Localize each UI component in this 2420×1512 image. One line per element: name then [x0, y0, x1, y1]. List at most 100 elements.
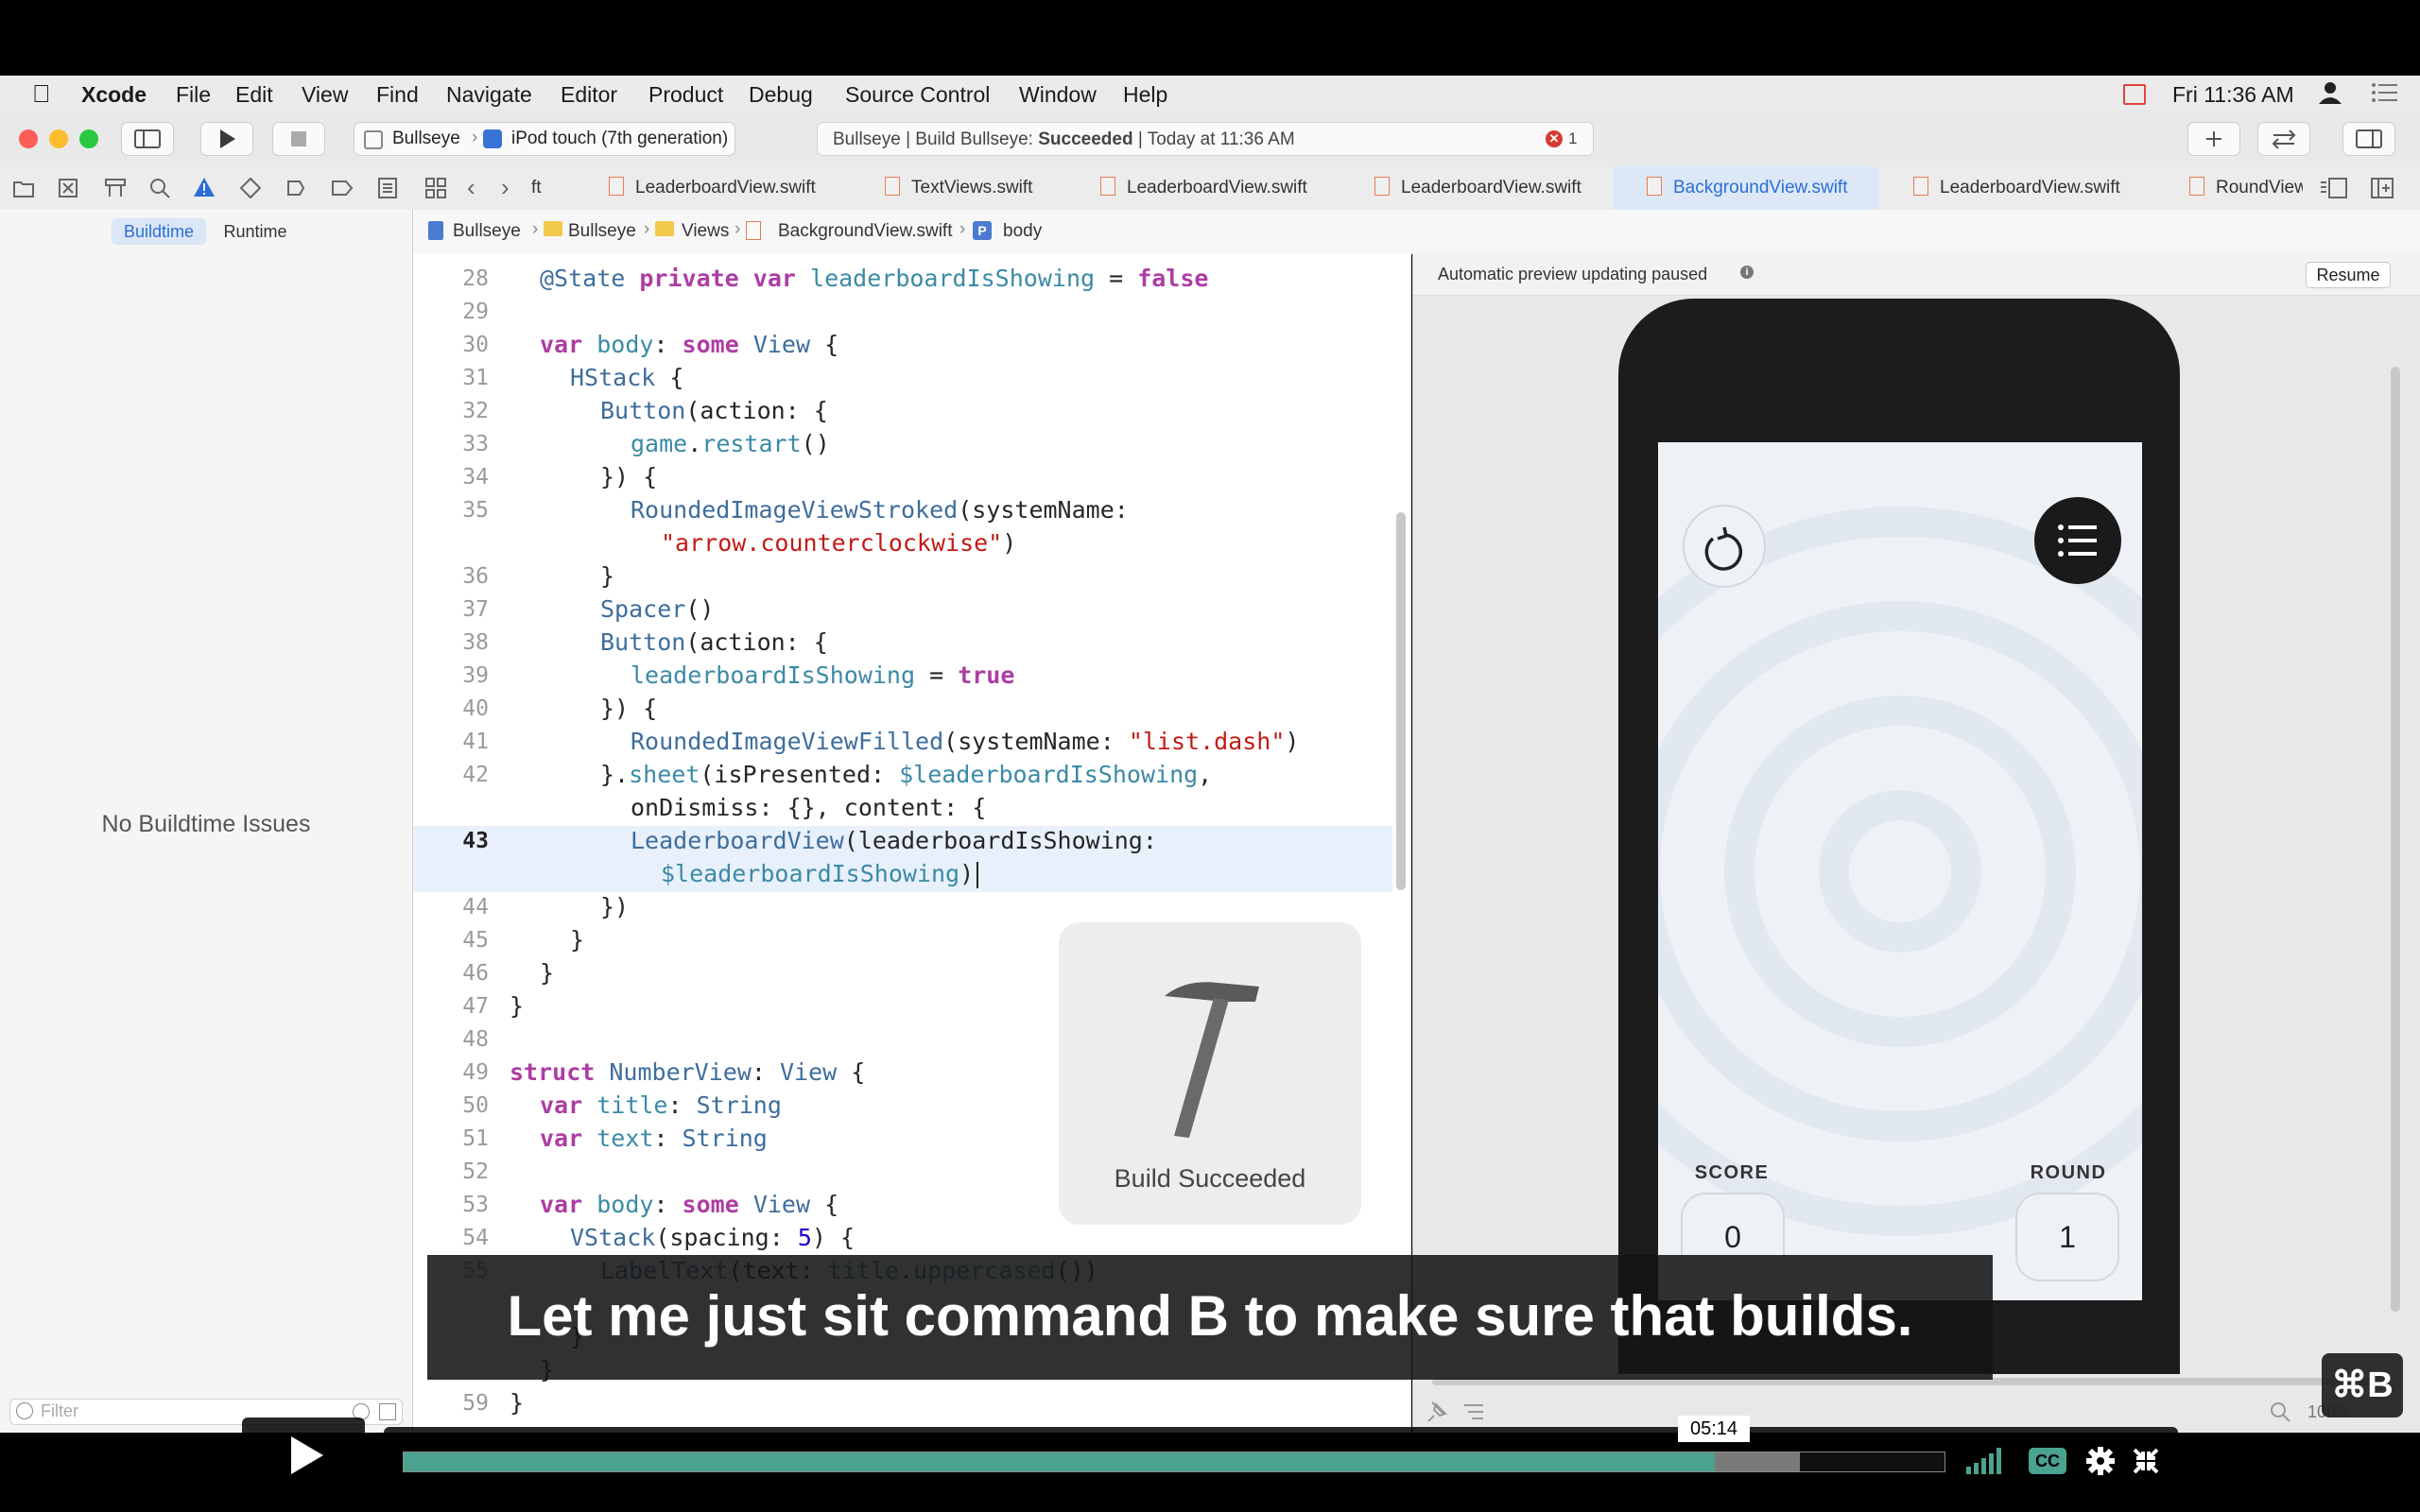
tab-text-views[interactable]: TextViews.swift: [885, 166, 1102, 210]
tab-runtime[interactable]: Runtime: [214, 218, 297, 245]
volume-icon[interactable]: [1966, 1448, 2004, 1474]
build-succeeded-text: Build Succeeded: [1114, 1164, 1306, 1193]
progress-track[interactable]: [403, 1452, 1945, 1472]
warning-icon[interactable]: [193, 177, 216, 198]
run-button[interactable]: [200, 122, 253, 156]
warning-filter-icon[interactable]: [379, 1403, 396, 1420]
menu-help[interactable]: Help: [1123, 82, 1167, 108]
user-icon[interactable]: [2316, 79, 2344, 106]
tab-leaderboard-view-1[interactable]: LeaderboardView.swift: [609, 166, 855, 210]
grid-icon[interactable]: [425, 178, 446, 198]
tab-label: ft: [531, 178, 542, 198]
line-number: 43: [462, 829, 489, 853]
folder-icon: [655, 221, 674, 236]
breadcrumb-group[interactable]: Bullseye: [568, 221, 636, 242]
back-icon[interactable]: ‹: [467, 173, 475, 202]
inspector-toggle-button[interactable]: [2342, 122, 2395, 156]
hierarchy-icon[interactable]: [104, 178, 127, 198]
tab-leaderboard-view-4[interactable]: LeaderboardView.swift: [1913, 166, 2159, 210]
arrow-counterclockwise-icon: [1704, 526, 1743, 571]
breakpoint-icon[interactable]: [331, 178, 354, 198]
status-result: Succeeded: [1038, 129, 1133, 149]
zoom-window-button[interactable]: [79, 129, 98, 148]
captions-button[interactable]: CC: [2029, 1448, 2066, 1474]
tab-round-view[interactable]: RoundView: [2189, 166, 2303, 210]
zoom-icon[interactable]: [2270, 1401, 2290, 1422]
forward-icon[interactable]: ›: [501, 173, 510, 202]
settings-gear-icon[interactable]: [2085, 1446, 2116, 1476]
menu-source-control[interactable]: Source Control: [845, 82, 990, 108]
code-line: "arrow.counterclockwise"): [661, 529, 1017, 557]
sidebar-right-icon: [2356, 129, 2382, 148]
tab-label: TextViews.swift: [911, 178, 1033, 198]
menu-app[interactable]: Xcode: [81, 82, 147, 108]
property-icon: P: [973, 221, 992, 240]
editor-scrollbar[interactable]: [1396, 512, 1406, 890]
minimize-window-button[interactable]: [49, 129, 68, 148]
tab-leaderboard-view-3[interactable]: LeaderboardView.swift: [1374, 166, 1620, 210]
tab-partial[interactable]: ft: [531, 166, 569, 210]
scheme-selector[interactable]: Bullseye › iPod touch (7th generation): [354, 122, 735, 156]
debug-icon[interactable]: [285, 178, 306, 198]
error-icon[interactable]: ✕: [1546, 130, 1563, 147]
stop-button[interactable]: [272, 122, 325, 156]
list-settings-icon[interactable]: [1462, 1400, 1485, 1423]
apple-icon[interactable]: : [32, 79, 51, 109]
code-line: var body: some View {: [540, 1191, 839, 1218]
swift-file-icon: [1913, 177, 1928, 196]
line-number: 59: [462, 1391, 489, 1416]
code-line: }) {: [600, 463, 658, 490]
line-number: 36: [462, 564, 489, 589]
code-line: leaderboardIsShowing = true: [631, 662, 1015, 689]
library-button[interactable]: [2187, 122, 2240, 156]
split-editor-icon[interactable]: [2371, 178, 2394, 198]
menu-view[interactable]: View: [302, 82, 348, 108]
menu-debug[interactable]: Debug: [749, 82, 813, 108]
test-icon[interactable]: [240, 178, 261, 198]
info-icon[interactable]: i: [1740, 266, 1754, 279]
pin-icon[interactable]: [1426, 1400, 1449, 1423]
report-icon[interactable]: [378, 178, 397, 198]
project-icon: [428, 221, 443, 240]
search-icon[interactable]: [149, 178, 170, 198]
line-number: 54: [462, 1226, 489, 1250]
played-bar: [404, 1452, 1715, 1471]
source-control-icon[interactable]: [59, 179, 78, 198]
code-line: var title: String: [540, 1091, 782, 1119]
adjust-editor-icon[interactable]: [2320, 178, 2348, 198]
tab-background-view[interactable]: BackgroundView.swift: [1613, 166, 1879, 210]
breadcrumb-views[interactable]: Views: [682, 221, 729, 242]
breadcrumb-file[interactable]: BackgroundView.swift: [778, 221, 952, 242]
swift-file-icon: [746, 221, 761, 240]
recording-icon[interactable]: [2123, 84, 2146, 105]
menu-find[interactable]: Find: [376, 82, 419, 108]
error-count[interactable]: 1: [1568, 129, 1577, 148]
tab-leaderboard-view-2[interactable]: LeaderboardView.swift: [1100, 166, 1346, 210]
code-line: VStack(spacing: 5) {: [570, 1224, 856, 1251]
restart-button[interactable]: [1683, 505, 1766, 588]
list-icon[interactable]: [2371, 82, 2399, 103]
code-line: var text: String: [540, 1125, 768, 1152]
folder-icon[interactable]: [13, 179, 34, 198]
preview-scrollbar[interactable]: [2391, 367, 2400, 1312]
fullscreen-icon[interactable]: [2133, 1448, 2159, 1474]
round-label: ROUND: [2030, 1162, 2107, 1183]
menu-editor[interactable]: Editor: [561, 82, 617, 108]
menu-product[interactable]: Product: [648, 82, 723, 108]
navigator-toggle-button[interactable]: [121, 122, 174, 156]
menu-file[interactable]: File: [176, 82, 211, 108]
code-review-button[interactable]: [2257, 122, 2310, 156]
code-line: }: [570, 926, 585, 954]
leaderboard-button[interactable]: [2034, 497, 2121, 584]
time-bubble: 05:14: [1678, 1416, 1750, 1442]
menu-window[interactable]: Window: [1019, 82, 1097, 108]
tab-buildtime[interactable]: Buildtime: [112, 218, 206, 245]
play-button[interactable]: [242, 1418, 365, 1493]
breadcrumb-symbol[interactable]: body: [1003, 221, 1042, 242]
menu-navigate[interactable]: Navigate: [446, 82, 532, 108]
breadcrumb-project[interactable]: Bullseye: [453, 221, 521, 242]
close-window-button[interactable]: [19, 129, 38, 148]
line-number: 45: [462, 928, 489, 953]
menu-edit[interactable]: Edit: [235, 82, 273, 108]
resume-button[interactable]: Resume: [2306, 262, 2391, 288]
